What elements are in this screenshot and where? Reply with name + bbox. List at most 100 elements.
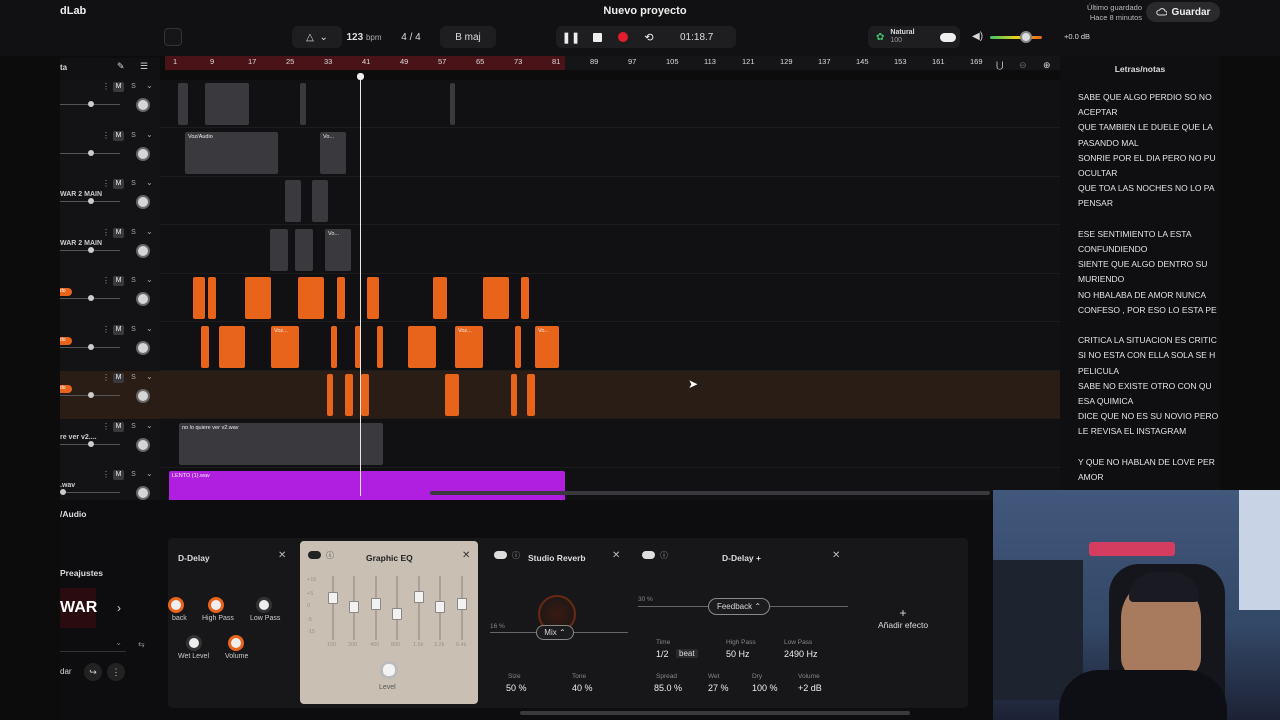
info-icon[interactable]: ⓘ xyxy=(512,550,520,561)
track-menu-icon[interactable]: ⋮ xyxy=(102,422,110,431)
track-menu-icon[interactable]: ⋮ xyxy=(102,276,110,285)
audio-clip[interactable]: Voz... xyxy=(455,325,483,368)
mute-button[interactable]: M xyxy=(113,82,124,92)
effects-scrollbar[interactable] xyxy=(520,711,910,715)
eq-band-fader[interactable] xyxy=(349,601,359,613)
project-title[interactable]: Nuevo proyecto xyxy=(560,5,730,17)
audio-clip[interactable] xyxy=(408,325,436,368)
track-name[interactable]: WAR 2 MAIN xyxy=(60,191,102,198)
reverb-toggle[interactable] xyxy=(494,551,507,559)
close-icon[interactable]: ✕ xyxy=(612,550,620,561)
track-volume-thumb[interactable] xyxy=(88,198,94,204)
more-icon[interactable]: ⋮ xyxy=(107,663,125,681)
high-pass-value[interactable]: 50 Hz xyxy=(726,649,750,659)
track-row[interactable]: do ⋮ M S ⌄ xyxy=(60,274,1060,322)
eq-level-knob[interactable] xyxy=(380,661,398,679)
track-menu-icon[interactable]: ⋮ xyxy=(102,470,110,479)
preset-toggle[interactable] xyxy=(940,33,956,42)
audio-clip[interactable] xyxy=(205,83,249,125)
audio-clip[interactable]: Voz/Audio xyxy=(185,131,278,174)
track-pan-knob[interactable] xyxy=(136,437,150,452)
track-pan-knob[interactable] xyxy=(136,195,150,209)
audio-clip[interactable] xyxy=(483,277,509,319)
track-lane[interactable] xyxy=(165,274,1060,322)
track-lane[interactable]: Voz/Audio Vo... xyxy=(165,129,1060,177)
track-header[interactable]: ⋮ M S ⌄ xyxy=(60,128,160,177)
chevron-down-icon[interactable]: ⌄ xyxy=(146,324,153,333)
dry-value[interactable]: 100 % xyxy=(752,683,778,693)
track-row[interactable]: do ⋮ M S ⌄ xyxy=(60,371,1060,419)
track-fx-tag[interactable]: do xyxy=(60,385,72,393)
audio-clip[interactable] xyxy=(300,83,306,125)
chevron-down-icon[interactable]: ⌄ xyxy=(146,81,153,90)
track-row[interactable]: WAR 2 MAIN ⋮ M S ⌄ Vo... xyxy=(60,225,1060,274)
save-preset-label[interactable]: dar xyxy=(60,667,72,676)
playhead[interactable] xyxy=(360,76,361,496)
eq-band-fader[interactable] xyxy=(328,592,338,604)
mute-button[interactable]: M xyxy=(113,179,124,189)
close-icon[interactable]: ✕ xyxy=(832,550,840,561)
audio-clip[interactable] xyxy=(331,325,337,368)
track-name[interactable]: WAR 2 MAIN xyxy=(60,240,102,247)
track-header[interactable]: WAR 2 MAIN ⋮ M S ⌄ xyxy=(60,177,160,225)
audio-clip[interactable] xyxy=(361,374,369,416)
link-icon[interactable]: ⇆ xyxy=(138,640,145,649)
delay-plus-toggle[interactable] xyxy=(642,551,655,559)
loop-button[interactable]: ⟲ xyxy=(640,28,658,46)
track-row[interactable]: WAR 2 MAIN ⋮ M S ⌄ xyxy=(60,177,1060,225)
track-pan-knob[interactable] xyxy=(136,389,150,403)
close-icon[interactable]: ✕ xyxy=(278,550,286,561)
metronome-button[interactable]: △ ⌄ xyxy=(292,26,342,48)
audio-clip[interactable] xyxy=(521,277,529,319)
zoom-out-icon[interactable]: ⊖ xyxy=(1019,60,1027,71)
track-volume-slider[interactable] xyxy=(60,492,120,493)
audio-clip[interactable] xyxy=(367,277,379,319)
low-pass-value[interactable]: 2490 Hz xyxy=(784,649,818,659)
track-pan-knob[interactable] xyxy=(136,292,150,306)
pencil-icon[interactable]: ✎ xyxy=(117,61,125,72)
mute-button[interactable]: M xyxy=(113,470,124,480)
track-lane[interactable] xyxy=(165,80,1060,128)
time-signature[interactable]: 4 / 4 xyxy=(392,26,430,48)
wet-value[interactable]: 27 % xyxy=(708,683,729,693)
track-fx-tag[interactable]: do xyxy=(60,336,72,345)
eq-band-fader[interactable] xyxy=(435,601,445,613)
lyrics-panel[interactable]: Letras/notas SABE QUE ALGO PERDIO SO NO A… xyxy=(1060,56,1220,496)
mute-button[interactable]: M xyxy=(113,276,124,286)
high-pass-knob[interactable] xyxy=(208,597,224,613)
speaker-icon[interactable]: ◀) xyxy=(972,31,983,42)
track-menu-icon[interactable]: ⋮ xyxy=(102,131,110,140)
eq-band-fader[interactable] xyxy=(392,608,402,620)
track-menu-icon[interactable]: ⋮ xyxy=(102,325,110,334)
track-header[interactable]: ⋮ M S ⌄ xyxy=(60,80,160,128)
save-button[interactable]: Guardar xyxy=(1146,2,1220,22)
audio-clip[interactable] xyxy=(245,277,271,319)
track-pan-knob[interactable] xyxy=(136,98,150,112)
audio-clip[interactable] xyxy=(377,325,383,368)
mute-button[interactable]: M xyxy=(113,227,124,238)
mute-button[interactable]: M xyxy=(113,324,124,335)
track-name[interactable]: re ver v2.... xyxy=(60,434,97,441)
chevron-down-icon[interactable]: ⌄ xyxy=(146,469,153,478)
audio-clip[interactable] xyxy=(193,277,205,319)
preset-selector[interactable]: ✿ Natural 100 xyxy=(868,26,960,48)
track-tool-button[interactable] xyxy=(164,28,182,46)
solo-button[interactable]: S xyxy=(128,422,139,432)
track-volume-thumb[interactable] xyxy=(88,295,94,301)
volume-value[interactable]: +2 dB xyxy=(798,683,822,693)
solo-button[interactable]: S xyxy=(128,325,139,335)
time-unit[interactable]: beat xyxy=(676,649,698,658)
track-name[interactable]: .wav xyxy=(60,482,75,489)
chevron-down-icon[interactable]: ⌄ xyxy=(146,227,153,236)
audio-clip[interactable] xyxy=(298,277,324,319)
preset-artwork[interactable]: WAR xyxy=(60,588,97,628)
settings-icon[interactable]: ☰ xyxy=(140,61,148,72)
audio-clip[interactable] xyxy=(327,374,333,416)
solo-button[interactable]: S xyxy=(128,276,139,286)
timeline-ruler[interactable]: 1 9 17 25 33 41 49 57 65 73 81 89 97 105 113 121 129 137 1… xyxy=(165,56,1060,70)
audio-clip[interactable] xyxy=(219,325,245,368)
eq-band-fader[interactable] xyxy=(457,598,467,610)
close-icon[interactable]: ✕ xyxy=(462,550,470,561)
track-lane[interactable] xyxy=(165,371,1060,419)
audio-clip[interactable] xyxy=(285,180,301,222)
